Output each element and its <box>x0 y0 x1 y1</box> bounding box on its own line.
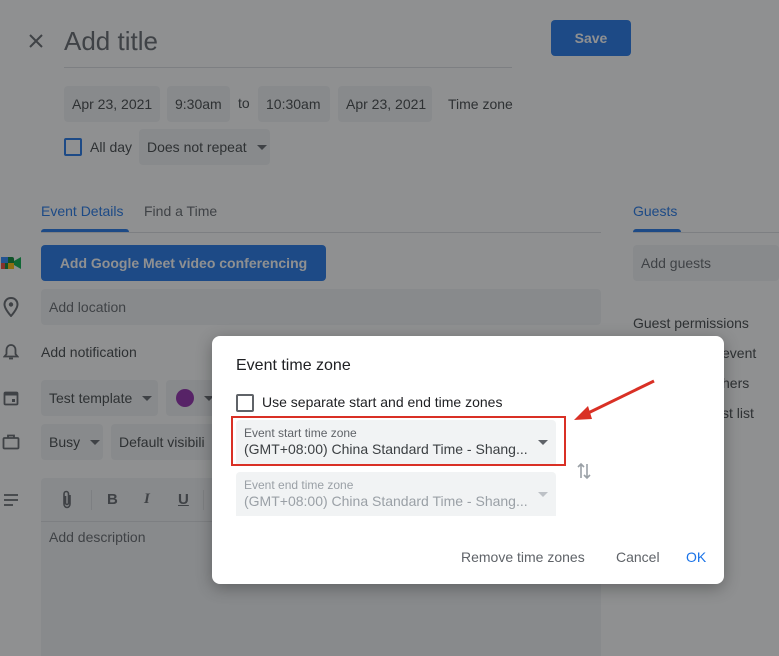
start-timezone-value: (GMT+08:00) China Standard Time - Shang.… <box>244 441 528 457</box>
annotation-arrow <box>574 379 655 420</box>
end-timezone-value: (GMT+08:00) China Standard Time - Shang.… <box>244 493 528 509</box>
separate-timezones-label: Use separate start and end time zones <box>262 394 503 410</box>
swap-timezones-icon[interactable] <box>574 460 594 482</box>
chevron-down-icon <box>538 492 548 497</box>
cancel-button[interactable]: Cancel <box>616 549 660 565</box>
ok-button[interactable]: OK <box>686 549 706 565</box>
start-timezone-label: Event start time zone <box>244 426 357 440</box>
end-timezone-select: Event end time zone (GMT+08:00) China St… <box>236 472 556 516</box>
end-timezone-label: Event end time zone <box>244 478 354 492</box>
chevron-down-icon <box>538 440 548 445</box>
separate-timezones-checkbox[interactable] <box>236 394 254 412</box>
start-timezone-select[interactable]: Event start time zone (GMT+08:00) China … <box>236 420 556 464</box>
remove-timezones-button[interactable]: Remove time zones <box>461 549 585 565</box>
dialog-title: Event time zone <box>236 357 351 374</box>
